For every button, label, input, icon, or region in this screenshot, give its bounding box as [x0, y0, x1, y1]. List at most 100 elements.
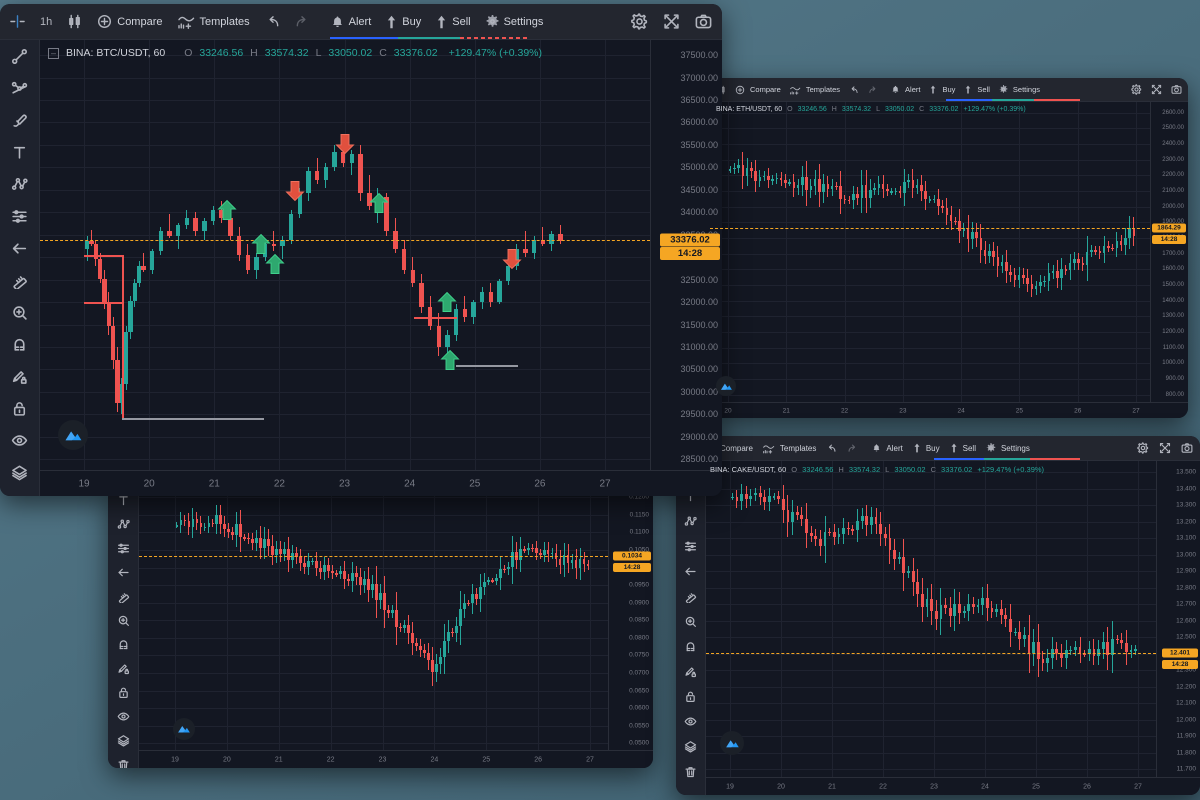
gear-outline-icon[interactable]: [1137, 442, 1149, 454]
zoom-tool[interactable]: [117, 614, 130, 627]
plot-area-cake[interactable]: BINA: CAKE/USDT, 60 O 33246.56 H 33574.3…: [706, 461, 1156, 777]
magnet-tool[interactable]: [11, 336, 28, 353]
measure-tool[interactable]: [117, 590, 130, 603]
sell-marker[interactable]: [335, 134, 354, 155]
pattern-tool[interactable]: [684, 515, 697, 528]
gear-outline-icon[interactable]: [1131, 84, 1142, 95]
compare-button[interactable]: Compare: [97, 14, 163, 29]
sell-button[interactable]: Sell: [964, 85, 990, 94]
time-scale-bnb[interactable]: 19 20 21 22 23 24 25 26 27: [139, 750, 653, 768]
buy-button[interactable]: Buy: [386, 15, 421, 29]
buy-marker[interactable]: [217, 199, 237, 220]
remove-drawings-tool[interactable]: [684, 765, 697, 778]
buy-marker[interactable]: [265, 253, 285, 274]
price-scale-cake[interactable]: 13.500 13.400 13.300 13.200 13.100 13.000 12.9…: [1156, 461, 1200, 777]
candles-icon[interactable]: [10, 14, 25, 29]
time-scale-btc[interactable]: 19 20 21 22 23 24 25 26 27: [40, 470, 722, 496]
current-price-tag[interactable]: 1864.29: [1152, 223, 1186, 233]
chart-type-icon[interactable]: [67, 14, 82, 29]
alert-button[interactable]: Alert: [331, 15, 371, 29]
buy-button[interactable]: Buy: [929, 85, 955, 94]
settings-button[interactable]: Settings: [999, 85, 1040, 94]
fullscreen-icon[interactable]: [663, 13, 680, 30]
drawing-lock-tool[interactable]: [117, 662, 130, 675]
current-price-tag[interactable]: 0.1034: [613, 551, 651, 561]
pattern-tool[interactable]: [117, 518, 130, 531]
measure-tool[interactable]: [684, 590, 697, 603]
fullscreen-icon[interactable]: [1159, 442, 1171, 454]
templates-button[interactable]: Templates: [790, 85, 840, 95]
brush-tool[interactable]: [11, 112, 28, 129]
prediction-tool[interactable]: [11, 208, 28, 225]
settings-button[interactable]: Settings: [486, 15, 543, 28]
price-scale-btc[interactable]: 37500.00 37000.00 36500.00 36000.00 35500.00…: [650, 40, 722, 470]
lock-tool[interactable]: [684, 690, 697, 703]
compare-button[interactable]: Compare: [735, 85, 781, 95]
chart-window-bnb[interactable]: 0.12000.11500.11000.10500.10000.09500.09…: [108, 488, 653, 768]
redo-button[interactable]: [847, 443, 858, 454]
fork-tool[interactable]: [11, 80, 28, 97]
objects-tree-tool[interactable]: [117, 734, 130, 747]
sell-marker[interactable]: [502, 249, 522, 270]
toolbar-btc[interactable]: 1h Compare Templates Alert Buy Sell Sett…: [0, 4, 722, 40]
trend-line-tool[interactable]: [11, 48, 28, 65]
buy-marker[interactable]: [437, 292, 457, 313]
alert-button[interactable]: Alert: [891, 85, 920, 94]
undo-button[interactable]: [265, 14, 280, 29]
alert-button[interactable]: Alert: [872, 443, 903, 453]
current-price-tag[interactable]: 12.401: [1162, 648, 1198, 658]
chart-window-btc[interactable]: 1h Compare Templates Alert Buy Sell Sett…: [0, 4, 722, 496]
toolbar-eth[interactable]: Compare Templates Alert Buy Sell Setting…: [710, 78, 1188, 102]
pattern-tool[interactable]: [11, 176, 28, 193]
drawn-horizontal-line[interactable]: [456, 364, 519, 367]
price-scale-eth[interactable]: 2600.00 2500.00 2400.00 2300.00 2200.00 2100.…: [1150, 102, 1188, 402]
buy-button[interactable]: Buy: [913, 443, 940, 453]
current-time-tag[interactable]: 14:28: [613, 562, 651, 572]
camera-icon[interactable]: [1171, 84, 1182, 95]
drawn-horizontal-line[interactable]: [84, 302, 123, 305]
chart-window-eth[interactable]: Compare Templates Alert Buy Sell Setting…: [710, 78, 1188, 418]
magnet-tool[interactable]: [684, 640, 697, 653]
current-price-tag[interactable]: 33376.02: [660, 233, 720, 247]
redo-button[interactable]: [868, 85, 878, 95]
remove-drawings-tool[interactable]: [117, 758, 130, 768]
settings-button[interactable]: Settings: [986, 443, 1030, 453]
drawing-toolbar-cake[interactable]: [676, 461, 706, 795]
interval-selector[interactable]: 1h: [40, 16, 52, 28]
toolbar-cake[interactable]: Compare Templates Alert Buy Sell Setting…: [676, 436, 1200, 461]
sell-button[interactable]: Sell: [950, 443, 976, 453]
drawing-lock-tool[interactable]: [684, 665, 697, 678]
hide-drawings-tool[interactable]: [684, 715, 697, 728]
prediction-tool[interactable]: [117, 542, 130, 555]
templates-button[interactable]: Templates: [177, 14, 250, 29]
current-time-tag[interactable]: 14:28: [1162, 660, 1198, 670]
prediction-tool[interactable]: [684, 540, 697, 553]
sell-button[interactable]: Sell: [436, 15, 471, 29]
measure-tool[interactable]: [11, 272, 28, 289]
lock-tool[interactable]: [117, 686, 130, 699]
undo-button[interactable]: [849, 85, 859, 95]
drawn-horizontal-line[interactable]: [413, 317, 458, 320]
gear-outline-icon[interactable]: [631, 13, 648, 30]
sell-marker[interactable]: [285, 180, 305, 201]
drawing-lock-tool[interactable]: [11, 368, 28, 385]
time-scale-cake[interactable]: 19 20 21 22 23 24 25 26 27: [706, 777, 1200, 795]
arrow-tool[interactable]: [11, 240, 28, 257]
fullscreen-icon[interactable]: [1151, 84, 1162, 95]
buy-marker[interactable]: [440, 350, 460, 371]
drawn-horizontal-line[interactable]: [122, 418, 264, 421]
zoom-tool[interactable]: [11, 304, 28, 321]
lock-tool[interactable]: [11, 400, 28, 417]
arrow-tool[interactable]: [684, 565, 697, 578]
undo-button[interactable]: [826, 443, 837, 454]
objects-tree-tool[interactable]: [11, 464, 28, 481]
drawing-toolbar-btc[interactable]: [0, 40, 40, 496]
camera-icon[interactable]: [1181, 442, 1193, 454]
hide-drawings-tool[interactable]: [11, 432, 28, 449]
objects-tree-tool[interactable]: [684, 740, 697, 753]
drawn-horizontal-line[interactable]: [84, 255, 123, 257]
hide-drawings-tool[interactable]: [117, 710, 130, 723]
plot-area-eth[interactable]: BINA: ETH/USDT, 60 O 33246.56 H 33574.32…: [710, 102, 1150, 402]
zoom-tool[interactable]: [684, 615, 697, 628]
plot-area-bnb[interactable]: [139, 488, 608, 750]
